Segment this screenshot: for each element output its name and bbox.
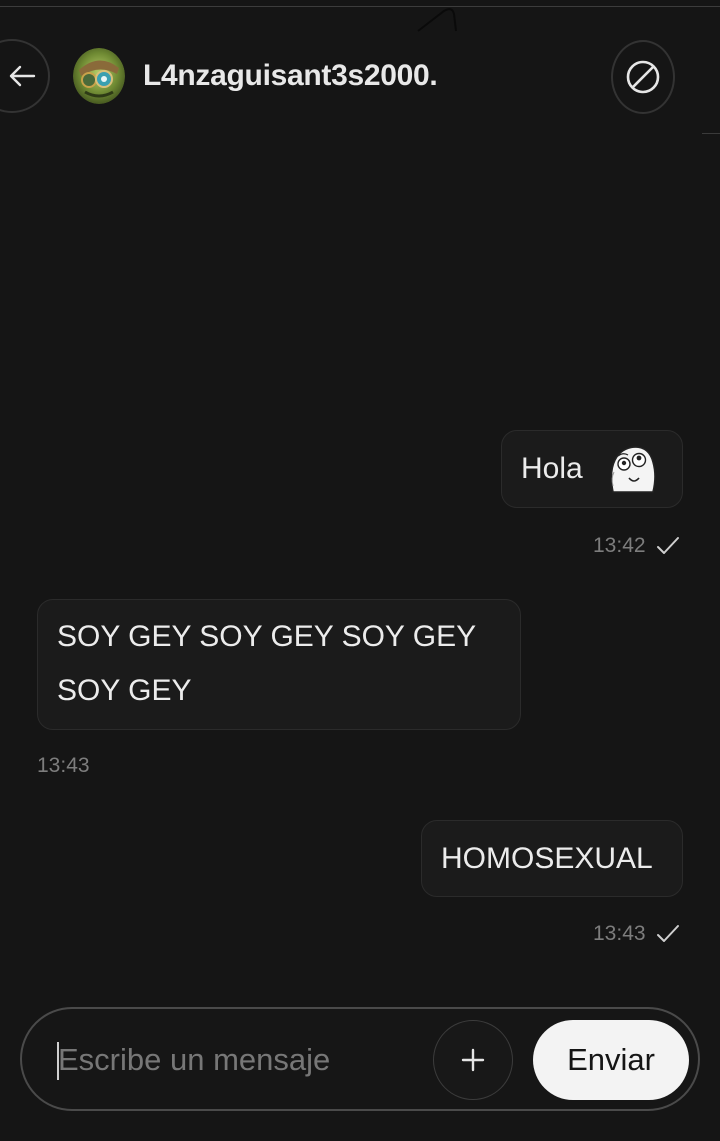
avatar-image <box>73 48 125 104</box>
attach-button[interactable] <box>433 1020 513 1100</box>
message-bubble-received[interactable]: SOY GEY SOY GEY SOY GEY SOY GEY <box>37 599 521 730</box>
message-bubble-sent[interactable]: HOMOSEXUAL <box>421 820 683 897</box>
checkmark-icon <box>656 925 679 943</box>
edge-divider <box>702 133 720 134</box>
message-meta: 13:43 <box>37 753 90 779</box>
message-text: SOY GEY SOY GEY SOY GEY SOY GEY <box>57 620 476 707</box>
top-divider <box>0 6 720 7</box>
message-text: HOMOSEXUAL <box>441 842 653 875</box>
checkmark-icon <box>656 537 679 555</box>
arrow-left-icon <box>9 65 36 87</box>
scribble-mark <box>417 8 457 32</box>
send-button[interactable]: Enviar <box>533 1020 689 1100</box>
message-meta: 13:43 <box>593 921 680 947</box>
block-icon <box>626 60 660 94</box>
plus-icon <box>461 1048 485 1072</box>
message-input[interactable] <box>58 1035 408 1085</box>
message-composer: Enviar <box>20 1007 700 1111</box>
block-button[interactable] <box>611 40 675 114</box>
message-meta: 13:42 <box>593 533 680 559</box>
message-text: Hola <box>521 452 583 485</box>
message-time: 13:43 <box>37 754 90 777</box>
message-time: 13:42 <box>593 534 646 557</box>
chat-username[interactable]: L4nzaguisant3s2000. <box>143 56 438 96</box>
troll-face-sticker <box>610 446 656 493</box>
message-time: 13:43 <box>593 922 646 945</box>
message-bubble-sent[interactable]: Hola <box>501 430 683 508</box>
back-button[interactable] <box>0 39 50 113</box>
avatar[interactable] <box>73 48 125 104</box>
chat-screen: L4nzaguisant3s2000. Hola 13:42 SOY GEY S… <box>0 0 720 1141</box>
